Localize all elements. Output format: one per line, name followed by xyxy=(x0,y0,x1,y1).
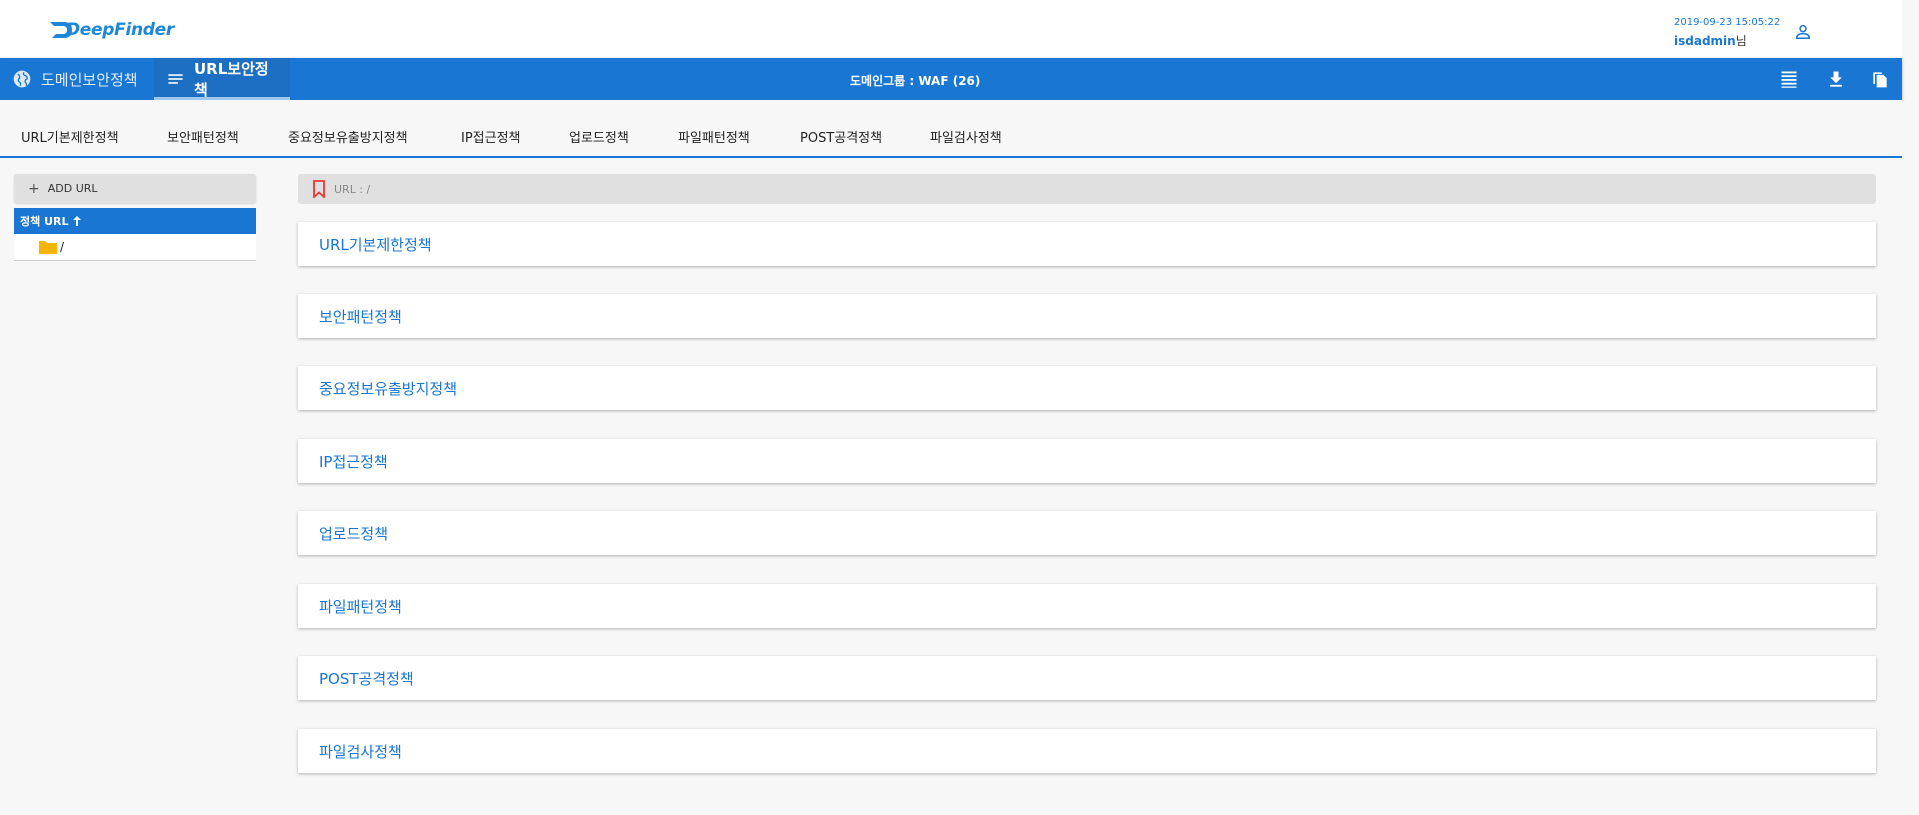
panel-upload[interactable]: 업로드정책 xyxy=(298,511,1876,555)
subtab-post-attack[interactable]: POST공격정책 xyxy=(800,127,882,146)
tab-url-security-policy[interactable]: URL보안정책 xyxy=(154,58,290,100)
account-icon[interactable] xyxy=(1793,22,1813,42)
subtab-data-leak-prevention[interactable]: 중요정보유출방지정책 xyxy=(288,127,408,146)
tree-item-label: / xyxy=(60,240,65,254)
tab-label: 도메인보안정책 xyxy=(41,70,138,89)
tab-label: URL보안정책 xyxy=(193,60,269,99)
panel-post-attack[interactable]: POST공격정책 xyxy=(298,656,1876,700)
add-url-label: ADD URL xyxy=(47,182,98,195)
bookmark-icon xyxy=(313,180,325,198)
panel-data-leak-prevention[interactable]: 중요정보유출방지정책 xyxy=(298,366,1876,410)
policy-url-tree-header[interactable]: 정책 URL xyxy=(14,208,256,234)
download-icon[interactable] xyxy=(1826,69,1846,89)
domain-group-label: 도메인그룹 : WAF (26) xyxy=(850,74,981,88)
logged-in-user: isdadmin님 xyxy=(1674,32,1747,49)
add-url-button[interactable]: + ADD URL xyxy=(14,174,256,203)
panel-ip-access[interactable]: IP접근정책 xyxy=(298,439,1876,483)
subtab-security-pattern[interactable]: 보안패턴정책 xyxy=(167,127,239,146)
panel-file-inspection[interactable]: 파일검사정책 xyxy=(298,729,1876,773)
sort-up-icon xyxy=(73,216,82,226)
tree-header-label: 정책 URL xyxy=(20,215,69,228)
subtab-file-inspection[interactable]: 파일검사정책 xyxy=(930,127,1002,146)
tab-domain-security-policy[interactable]: 도메인보안정책 xyxy=(12,58,148,100)
logo-text: DeepFinder xyxy=(66,20,174,40)
globe-icon xyxy=(13,70,31,88)
logo[interactable]: DeepFinder xyxy=(48,17,174,43)
tree-item-root[interactable]: / xyxy=(14,234,256,261)
url-breadcrumb: URL : / xyxy=(298,174,1876,204)
folder-icon xyxy=(39,241,57,254)
subtab-file-pattern[interactable]: 파일패턴정책 xyxy=(678,127,750,146)
logo-icon xyxy=(50,22,72,38)
app-header: DeepFinder 2019-09-23 15:05:22 isdadmin님 xyxy=(0,0,1902,58)
table-view-icon[interactable] xyxy=(1779,69,1799,89)
username-suffix: 님 xyxy=(1735,34,1747,48)
subtab-ip-access[interactable]: IP접근정책 xyxy=(461,127,521,146)
subtab-url-basic-restriction[interactable]: URL기본제한정책 xyxy=(21,127,119,146)
breadcrumb-text: URL : / xyxy=(334,182,371,196)
copy-icon[interactable] xyxy=(1870,69,1890,89)
panel-file-pattern[interactable]: 파일패턴정책 xyxy=(298,584,1876,628)
panel-url-basic-restriction[interactable]: URL기본제한정책 xyxy=(298,222,1876,266)
list-icon xyxy=(168,74,183,84)
main-navbar: 도메인보안정책 URL보안정책 도메인그룹 : WAF (26) xyxy=(0,58,1902,100)
current-timestamp: 2019-09-23 15:05:22 xyxy=(1674,17,1781,28)
subtab-upload[interactable]: 업로드정책 xyxy=(569,127,629,146)
panel-security-pattern[interactable]: 보안패턴정책 xyxy=(298,294,1876,338)
plus-icon: + xyxy=(28,180,40,197)
policy-subtabs: URL기본제한정책 보안패턴정책 중요정보유출방지정책 IP접근정책 업로드정책… xyxy=(0,100,1902,158)
username: isdadmin xyxy=(1674,34,1736,48)
